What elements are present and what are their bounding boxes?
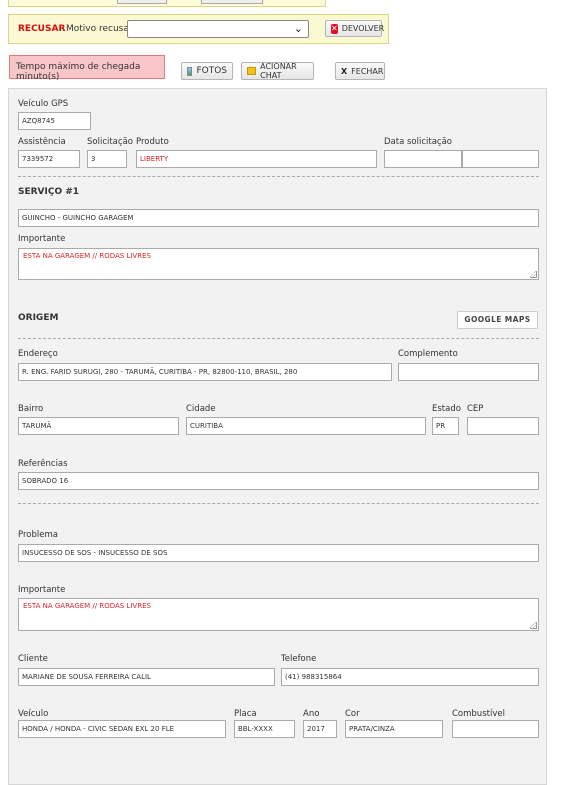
motivo-select[interactable]: ⌄ [127,20,309,38]
cidade-label: Cidade [186,404,216,414]
problema-label: Problema [18,530,58,540]
bairro-label: Bairro [18,404,44,414]
importante-label: Importante [18,585,66,595]
cliente-input[interactable]: MARIANE DE SOUSA FERREIRA CALIL [18,668,275,686]
endereco-input[interactable]: R. ENG. FARID SURUGI, 280 - TARUMÃ, CURI… [18,363,392,381]
cliente-label: Cliente [18,654,48,664]
google-maps-button[interactable]: GOOGLE MAPS [457,311,538,329]
problema-input[interactable]: INSUCESSO DE SOS - INSUCESSO DE SOS [18,544,539,562]
combustivel-label: Combustível [452,709,505,719]
resize-grip-icon[interactable] [530,622,537,629]
close-icon: X [341,66,348,76]
fechar-label: FECHAR [351,66,384,76]
divider [18,176,539,177]
veiculo-gps-input[interactable]: AZQ8745 [18,112,91,130]
bairro-input[interactable]: TARUMÃ [18,417,179,435]
estado-input[interactable]: PR [432,417,459,435]
fotos-button[interactable]: FOTOS [181,62,233,80]
solicitacao-label: Solicitação [87,137,133,147]
top-cutoff-button[interactable] [201,0,263,4]
data-solicitacao-date-input[interactable] [384,150,462,168]
divider [18,503,539,504]
produto-input[interactable]: LIBERTY [136,150,377,168]
ano-label: Ano [303,709,320,719]
devolver-label: DEVOLVER [341,24,385,33]
assistencia-input[interactable]: 7339572 [18,150,80,168]
fechar-button[interactable]: X FECHAR [335,62,385,80]
refusal-title: RECUSAR [18,24,66,34]
data-solicitacao-label: Data solicitação [384,137,453,147]
fotos-label: FOTOS [196,66,227,76]
importante-textarea[interactable]: ESTA NA GARAGEM // RODAS LIVRES [18,598,539,631]
telefone-input[interactable]: (41) 988315864 [281,668,539,686]
service-form-panel: Veículo GPS AZQ8745 Assistência 7339572 … [8,88,547,785]
servico-tipo-input[interactable]: GUINCHO - GUINCHO GARAGEM [18,209,539,227]
chevron-down-icon: ⌄ [293,22,303,35]
veiculo-gps-label: Veículo GPS [18,99,69,109]
endereco-label: Endereço [18,349,58,359]
image-icon [187,66,193,76]
servico-importante-textarea[interactable]: ESTA NA GARAGEM // RODAS LIVRES [18,248,539,280]
combustivel-input[interactable] [452,720,539,738]
ano-input[interactable]: 2017 [303,720,337,738]
chat-label: ACIONAR CHAT [260,62,297,80]
placa-input[interactable]: BBL-XXXX [234,720,295,738]
arrival-time-alert: Tempo máximo de chegada minuto(s) [9,55,165,82]
cep-input[interactable] [467,417,539,435]
cep-label: CEP [467,404,484,414]
telefone-label: Telefone [281,654,317,664]
divider [18,338,539,339]
complemento-input[interactable] [398,363,539,381]
referencias-label: Referências [18,459,68,469]
produto-label: Produto [136,137,169,147]
servico-title: SERVIÇO #1 [18,187,80,197]
data-solicitacao-time-input[interactable] [462,150,539,168]
complemento-label: Complemento [398,349,458,359]
assistencia-label: Assistência [18,137,66,147]
resize-grip-icon[interactable] [530,271,537,278]
cancel-icon: ✕ [331,23,338,34]
estado-label: Estado [432,404,461,414]
acionar-chat-button[interactable]: ACIONAR CHAT [241,62,314,80]
cidade-input[interactable]: CURITIBA [186,417,426,435]
importante-text: ESTA NA GARAGEM // RODAS LIVRES [23,602,151,610]
motivo-label: Motivo recusa: [66,24,132,34]
origem-title: ORIGEM [18,313,59,323]
devolver-button[interactable]: ✕ DEVOLVER [325,20,385,37]
servico-importante-label: Importante [18,234,66,244]
servico-importante-text: ESTA NA GARAGEM // RODAS LIVRES [23,252,151,260]
veiculo-label: Veículo [18,709,49,719]
referencias-input[interactable]: SOBRADO 16 [18,472,539,490]
top-cutoff-button[interactable] [117,0,167,4]
veiculo-input[interactable]: HONDA / HONDA - CIVIC SEDAN EXL 20 FLE [18,720,226,738]
refusal-bar: RECUSAR Motivo recusa: ⌄ ✕ DEVOLVER [8,14,389,44]
cor-input[interactable]: PRATA/CINZA [345,720,443,738]
top-toolbar-strip [8,0,326,7]
solicitacao-input[interactable]: 3 [87,150,127,168]
cor-label: Cor [345,709,360,719]
placa-label: Placa [234,709,257,719]
envelope-icon [247,67,257,75]
